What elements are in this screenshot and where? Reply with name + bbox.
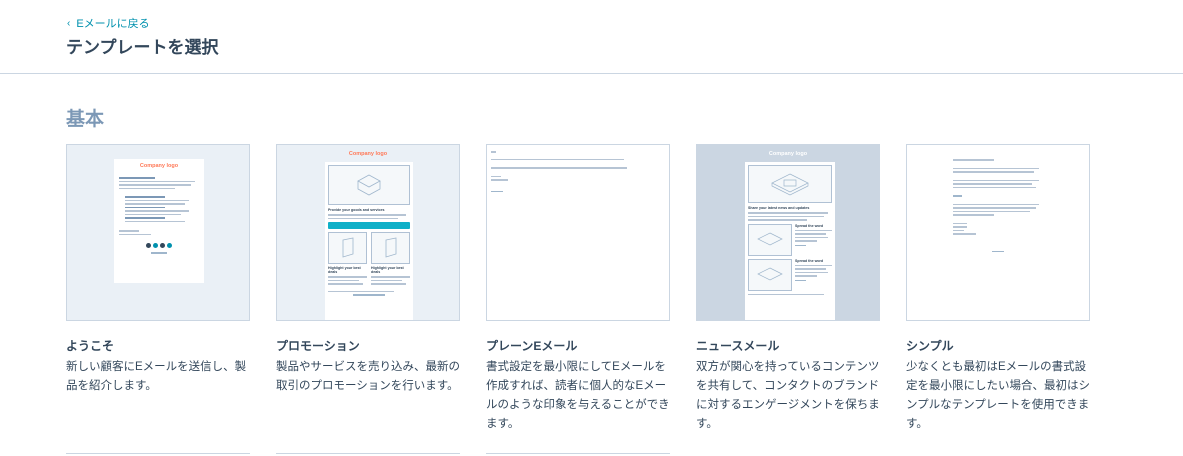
next-row-card-edge [66, 453, 250, 454]
template-preview-newsletter[interactable]: Company logo Share your latest news and … [696, 144, 880, 321]
template-name: ニュースメール [696, 339, 780, 353]
template-preview-plain-email[interactable] [486, 144, 670, 321]
back-to-email-link[interactable]: ‹ Eメールに戻る [67, 15, 150, 31]
template-description: 少なくとも最初はEメールの書式設定を最小限にしたい場合、最初はシンプルなテンプレ… [906, 361, 1090, 430]
preview-image-icon [328, 165, 410, 205]
template-description: 新しい顧客にEメールを送信し、製品を紹介します。 [66, 361, 247, 392]
chevron-left-icon: ‹ [67, 17, 71, 29]
template-description: 製品やサービスを売り込み、最新の取引のプロモーションを行います。 [276, 361, 460, 392]
template-preview-simple[interactable] [906, 144, 1090, 321]
preview-logo: Company logo [348, 151, 388, 157]
template-card-welcome[interactable]: Company logo ようこそ 新しい顧客にEメールを送信し、製品を紹介しま… [66, 144, 250, 392]
template-name: ようこそ [66, 339, 115, 353]
template-description: 書式設定を最小限にしてEメールを作成すれば、読者に個人的なEメールのような印象を… [486, 361, 670, 430]
template-preview-promotion[interactable]: Company logo Provide your goods and serv… [276, 144, 460, 321]
template-preview-welcome[interactable]: Company logo [66, 144, 250, 321]
back-link-label: Eメールに戻る [76, 18, 150, 30]
template-card-simple[interactable]: シンプル 少なくとも最初はEメールの書式設定を最小限にしたい場合、最初はシンプル… [906, 144, 1090, 430]
page-title: テンプレートを選択 [66, 38, 219, 57]
preview-logo: Company logo [768, 151, 808, 157]
template-name: プロモーション [276, 339, 360, 353]
preview-image-icon [748, 165, 832, 203]
template-card-promotion[interactable]: Company logo Provide your goods and serv… [276, 144, 460, 392]
template-name: プレーンEメール [486, 339, 578, 353]
next-row-card-edge [486, 453, 670, 454]
page-header: ‹ Eメールに戻る テンプレートを選択 [0, 0, 1183, 74]
next-row-card-edge [276, 453, 460, 454]
template-card-plain-email[interactable]: プレーンEメール 書式設定を最小限にしてEメールを作成すれば、読者に個人的なEメ… [486, 144, 670, 430]
template-card-newsletter[interactable]: Company logo Share your latest news and … [696, 144, 880, 430]
section-title-basic: 基本 [66, 109, 105, 130]
template-description: 双方が関心を持っているコンテンツを共有して、コンタクトのブランドに対するエンゲー… [696, 361, 880, 430]
template-name: シンプル [906, 339, 954, 353]
